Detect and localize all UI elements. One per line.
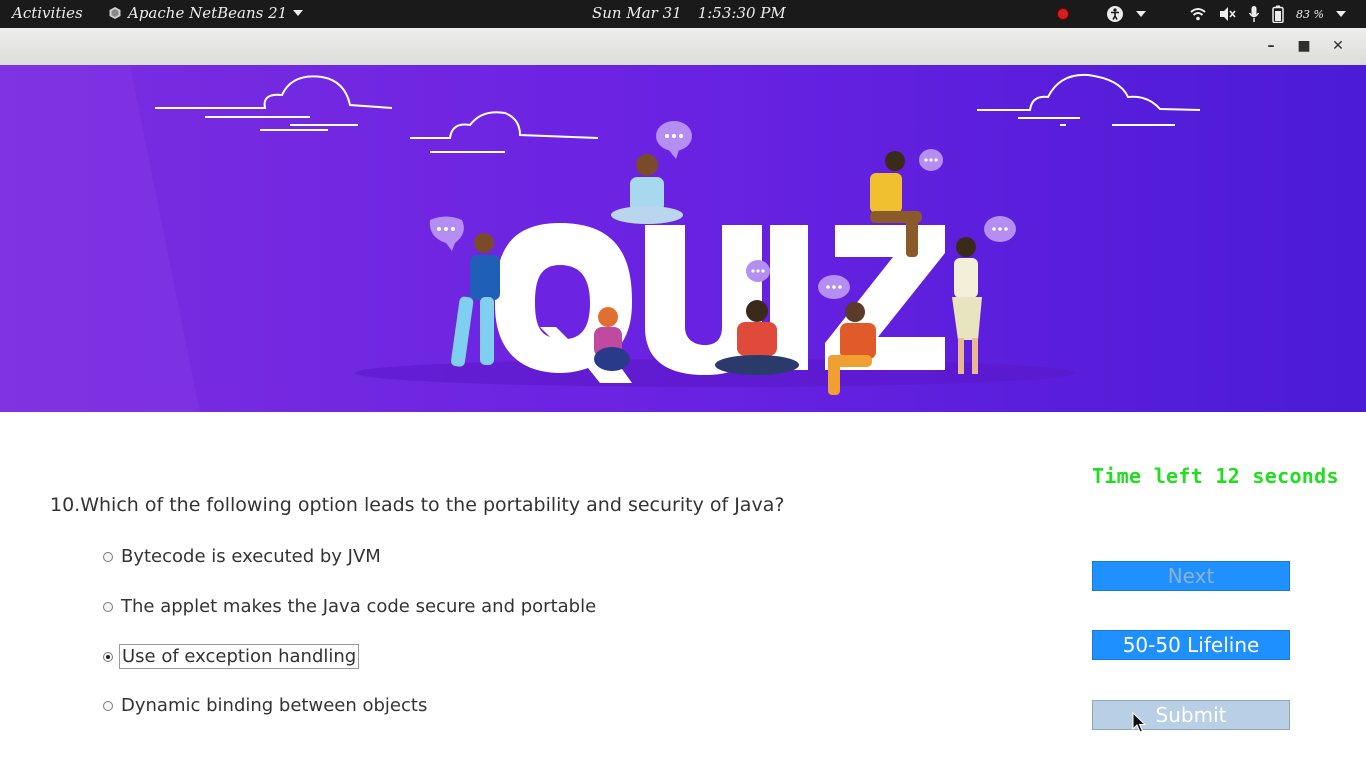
radio-button[interactable] — [103, 551, 113, 562]
quiz-banner — [0, 65, 1366, 412]
clock-time: 1:53:30 PM — [697, 4, 786, 22]
option-label[interactable]: The applet makes the Java code secure an… — [119, 595, 598, 618]
app-name: Apache NetBeans 21 — [128, 4, 288, 22]
option-label[interactable]: Use of exception handling — [119, 644, 360, 669]
radio-button[interactable] — [103, 700, 113, 711]
radio-button[interactable] — [103, 601, 113, 612]
minimize-icon[interactable]: – — [1263, 38, 1279, 54]
activities-button[interactable]: Activities — [12, 4, 83, 22]
time-left-label: Time left 12 seconds — [1092, 464, 1339, 488]
maximize-icon[interactable]: ■ — [1296, 38, 1312, 54]
option-label[interactable]: Bytecode is executed by JVM — [119, 545, 383, 568]
option-1[interactable]: Bytecode is executed by JVM — [103, 545, 383, 568]
next-button[interactable]: Next — [1092, 561, 1290, 591]
option-label[interactable]: Dynamic binding between objects — [119, 694, 429, 717]
option-2[interactable]: The applet makes the Java code secure an… — [103, 595, 598, 618]
battery-icon — [1272, 5, 1284, 23]
app-menu[interactable]: Apache NetBeans 21 — [108, 4, 304, 22]
close-icon[interactable]: ✕ — [1330, 38, 1346, 54]
volume-muted-icon — [1220, 7, 1236, 21]
clock[interactable]: Sun Mar 31 1:53:30 PM — [592, 4, 786, 22]
clock-date: Sun Mar 31 — [592, 4, 682, 22]
battery-percentage: 83 % — [1296, 7, 1324, 21]
chevron-down-icon — [1336, 11, 1346, 17]
mouse-cursor-icon — [1132, 712, 1146, 733]
window-titlebar[interactable]: – ■ ✕ — [0, 28, 1366, 66]
submit-button[interactable]: Submit — [1092, 700, 1290, 730]
microphone-icon — [1248, 6, 1260, 22]
option-4[interactable]: Dynamic binding between objects — [103, 694, 429, 717]
wifi-icon — [1190, 8, 1206, 21]
recording-icon — [1058, 9, 1069, 19]
radio-button-selected[interactable] — [103, 651, 113, 662]
quiz-banner-illustration — [0, 65, 1366, 412]
chevron-down-icon — [1136, 11, 1147, 17]
option-3[interactable]: Use of exception handling — [103, 644, 360, 669]
system-tray[interactable]: 83 % — [1058, 5, 1346, 23]
system-top-bar: Activities Apache NetBeans 21 Sun Mar 31… — [0, 0, 1366, 28]
netbeans-icon — [109, 7, 121, 19]
chevron-down-icon — [293, 10, 304, 16]
accessibility-icon[interactable] — [1106, 5, 1124, 23]
question-text: 10.Which of the following option leads t… — [50, 494, 785, 516]
lifeline-button[interactable]: 50-50 Lifeline — [1092, 630, 1290, 660]
